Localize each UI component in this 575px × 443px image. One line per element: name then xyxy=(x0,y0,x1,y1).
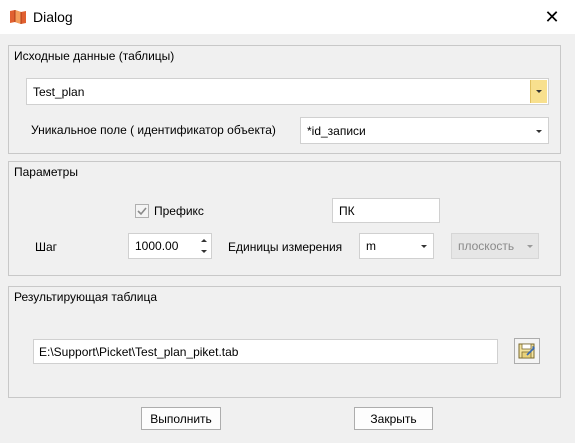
units-label: Единицы измерения xyxy=(228,240,343,254)
plane-value: плоскость xyxy=(458,239,515,253)
chevron-down-icon xyxy=(527,245,533,248)
step-value: 1000.00 xyxy=(135,239,179,253)
title-bar: Dialog ✕ xyxy=(0,0,575,34)
prefix-checkbox[interactable] xyxy=(135,204,149,218)
step-label: Шаг xyxy=(35,240,58,254)
result-table-group: Результирующая таблица E:\Support\Picket… xyxy=(8,286,561,398)
close-window-button[interactable]: ✕ xyxy=(529,0,575,34)
chevron-down-icon xyxy=(536,130,542,133)
chevron-down-icon xyxy=(201,250,207,253)
plane-select[interactable]: плоскость xyxy=(451,233,539,259)
unique-field-label: Уникальное поле ( идентификатор объекта) xyxy=(31,123,276,137)
save-file-icon xyxy=(518,343,535,359)
source-data-group: Исходные данные (таблицы) Test_plan Уник… xyxy=(8,45,561,154)
prefix-input-value: ПК xyxy=(339,203,355,218)
result-group-title: Результирующая таблица xyxy=(14,290,158,304)
run-button[interactable]: Выполнить xyxy=(141,407,221,430)
run-button-label: Выполнить xyxy=(150,411,212,426)
chevron-down-icon xyxy=(536,90,542,93)
prefix-input[interactable]: ПК xyxy=(332,198,440,223)
table-select-value: Test_plan xyxy=(33,84,85,99)
units-select[interactable]: m xyxy=(359,233,434,259)
close-button[interactable]: Закрыть xyxy=(354,407,433,430)
parameters-group-title: Параметры xyxy=(14,165,78,179)
close-icon: ✕ xyxy=(544,6,560,27)
unique-field-select[interactable]: *id_записи xyxy=(300,117,549,144)
source-group-title: Исходные данные (таблицы) xyxy=(14,49,175,63)
step-spinbox[interactable]: 1000.00 xyxy=(128,233,212,259)
step-up-button[interactable] xyxy=(198,236,210,246)
chevron-down-icon xyxy=(421,245,427,248)
checkmark-icon xyxy=(137,207,147,216)
table-select-dropdown-button[interactable] xyxy=(530,80,547,103)
save-as-button[interactable] xyxy=(514,338,540,364)
parameters-group: Параметры Префикс ПК Шаг 1000.00 Единицы… xyxy=(8,161,561,276)
app-map-icon xyxy=(10,10,26,24)
chevron-up-icon xyxy=(201,239,207,242)
prefix-label: Префикс xyxy=(154,204,204,218)
result-path-input[interactable]: E:\Support\Picket\Test_plan_piket.tab xyxy=(33,339,498,364)
table-select[interactable]: Test_plan xyxy=(26,78,549,105)
unique-field-value: *id_записи xyxy=(307,123,366,138)
window-title: Dialog xyxy=(33,9,73,25)
units-value: m xyxy=(366,239,376,253)
step-down-button[interactable] xyxy=(198,246,210,256)
close-button-label: Закрыть xyxy=(370,411,417,426)
result-path-value: E:\Support\Picket\Test_plan_piket.tab xyxy=(39,344,239,359)
